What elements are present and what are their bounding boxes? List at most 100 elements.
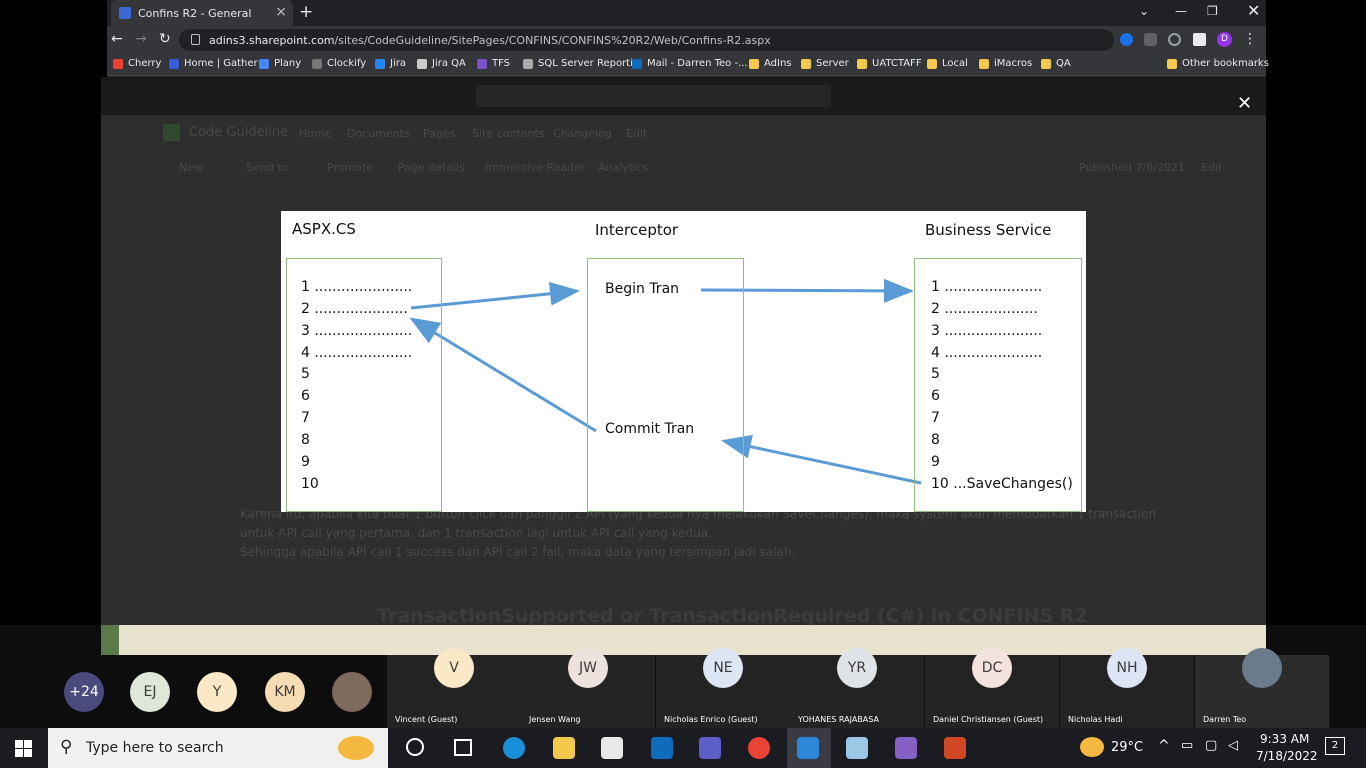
monitor-icon[interactable]: ▢ <box>1205 738 1217 753</box>
bookmark-item[interactable]: SQL Server Reporti... <box>523 58 642 69</box>
sharepoint-search[interactable] <box>476 85 831 107</box>
code-line: 5 <box>931 366 940 382</box>
bookmark-item[interactable]: Jira QA <box>417 58 466 69</box>
extension-icon[interactable] <box>1120 33 1133 46</box>
puzzle-icon[interactable] <box>1193 33 1206 46</box>
teams-icon[interactable] <box>699 737 721 759</box>
mail-icon[interactable] <box>651 737 673 759</box>
avatar: DC <box>972 648 1012 688</box>
avatar[interactable]: Y <box>197 672 237 712</box>
bookmark-item[interactable]: Home | Gather <box>169 58 258 69</box>
restore-icon[interactable]: ❐ <box>1207 4 1218 18</box>
bookmark-folder[interactable]: Server <box>801 58 849 69</box>
url-field[interactable]: adins3.sharepoint.com/sites/CodeGuidelin… <box>179 29 1114 51</box>
forward-icon[interactable]: → <box>135 31 147 47</box>
body-text-line: Sehingga apabila API call 1 success dan … <box>240 545 796 559</box>
nav-item[interactable]: Documents <box>347 127 410 140</box>
reload-icon[interactable]: ↻ <box>159 31 171 47</box>
column-title: Interceptor <box>595 221 679 239</box>
volume-icon[interactable]: ◁ <box>1228 738 1238 753</box>
code-line: 6 <box>301 388 310 404</box>
remote-desktop-icon[interactable] <box>797 737 819 759</box>
toolbar-item[interactable]: Promote <box>327 161 373 174</box>
photo-avatar[interactable] <box>332 672 372 712</box>
lock-icon <box>191 34 200 45</box>
avatar[interactable]: EJ <box>130 672 170 712</box>
network-icon[interactable]: ▭ <box>1181 738 1193 753</box>
search-highlight-icon[interactable] <box>338 736 374 760</box>
chrome-icon[interactable] <box>748 737 770 759</box>
task-view-icon[interactable] <box>454 739 472 756</box>
participant-tile[interactable]: YR YOHANES RAJABASA <box>790 648 924 728</box>
interceptor-box: Begin Tran Commit Tran <box>587 258 744 512</box>
toolbar-item[interactable]: Analytics <box>598 161 648 174</box>
bookmark-folder[interactable]: AdIns <box>749 58 792 69</box>
chevron-up-icon[interactable]: ^ <box>1158 738 1170 754</box>
avatar[interactable]: KM <box>265 672 305 712</box>
close-lightbox-icon[interactable]: ✕ <box>1237 93 1252 114</box>
bookmark-folder[interactable]: Local <box>927 58 968 69</box>
avatar: V <box>434 648 474 688</box>
toolbar-item[interactable]: New <box>179 161 203 174</box>
bookmark-item[interactable]: Cherry <box>113 58 161 69</box>
bookmark-folder[interactable]: UATCTAFF <box>857 58 922 69</box>
clock-date[interactable]: 7/18/2022 <box>1256 749 1318 763</box>
browser-tab[interactable]: Confins R2 - General × <box>111 0 293 26</box>
participant-tile[interactable]: Darren Teo <box>1195 648 1329 728</box>
store-icon[interactable] <box>601 737 623 759</box>
participant-tile[interactable]: JW Jensen Wang <box>521 648 655 728</box>
toolbar-item[interactable]: Page details <box>398 161 465 174</box>
app-icon[interactable] <box>846 737 868 759</box>
code-line: 2 ..................... <box>301 301 408 317</box>
profile-avatar[interactable]: D <box>1217 32 1232 47</box>
nav-item[interactable]: Changelog <box>553 127 612 140</box>
clock-time[interactable]: 9:33 AM <box>1260 732 1309 746</box>
site-name[interactable]: Code Guideline <box>189 125 288 140</box>
bookmark-item[interactable]: TFS <box>477 58 510 69</box>
overflow-count[interactable]: +24 <box>64 672 104 712</box>
bookmark-item[interactable]: Mail - Darren Teo -... <box>632 58 748 69</box>
close-tab-icon[interactable]: × <box>275 4 287 20</box>
toolbar-item[interactable]: Immersive Reader <box>485 161 585 174</box>
extension-icon[interactable] <box>1144 33 1157 46</box>
participant-tile[interactable]: V Vincent (Guest) <box>387 648 521 728</box>
other-bookmarks[interactable]: Other bookmarks <box>1167 58 1269 69</box>
nav-item[interactable]: Site contents <box>472 127 544 140</box>
file-explorer-icon[interactable] <box>553 737 575 759</box>
extension-icon[interactable] <box>1168 33 1181 46</box>
bookmark-item[interactable]: Clockify <box>312 58 366 69</box>
powerpoint-icon[interactable] <box>944 737 966 759</box>
back-icon[interactable]: ← <box>111 31 123 47</box>
participant-tile[interactable]: NH Nicholas Hadi <box>1060 648 1194 728</box>
bookmark-folder[interactable]: QA <box>1041 58 1071 69</box>
search-placeholder: Type here to search <box>86 740 224 756</box>
code-line: 7 <box>931 410 940 426</box>
address-bar-row: ← → ↻ adins3.sharepoint.com/sites/CodeGu… <box>107 26 1266 54</box>
windows-start-icon[interactable] <box>15 740 32 757</box>
minimize-icon[interactable]: — <box>1175 4 1187 18</box>
nav-item[interactable]: Pages <box>423 127 455 140</box>
bookmark-item[interactable]: Plany <box>259 58 301 69</box>
participant-tile[interactable]: NE Nicholas Enrico (Guest) <box>656 648 790 728</box>
nav-item[interactable]: Edit <box>626 127 647 140</box>
nav-item[interactable]: Home <box>299 127 331 140</box>
bookmark-folder[interactable]: iMacros <box>979 58 1032 69</box>
avatar: NH <box>1107 648 1147 688</box>
participant-tile[interactable]: DC Daniel Christiansen (Guest) <box>925 648 1059 728</box>
visual-studio-icon[interactable] <box>895 737 917 759</box>
notifications-badge[interactable]: 2 <box>1325 737 1345 755</box>
bookmark-item[interactable]: Jira <box>375 58 406 69</box>
weather-icon[interactable] <box>1080 737 1104 757</box>
column-title: Business Service <box>925 221 1052 239</box>
new-tab-icon[interactable]: + <box>299 2 313 22</box>
edit-button[interactable]: Edit <box>1201 161 1222 174</box>
toolbar-item[interactable]: Send to <box>246 161 288 174</box>
cortana-icon[interactable] <box>406 738 424 756</box>
participant-name: Nicholas Enrico (Guest) <box>664 715 758 724</box>
chevron-down-icon[interactable]: ⌄ <box>1139 4 1149 18</box>
more-menu-icon[interactable]: ⋮ <box>1243 31 1257 47</box>
edge-icon[interactable] <box>503 737 525 759</box>
close-window-icon[interactable]: ✕ <box>1247 1 1260 20</box>
temperature[interactable]: 29°C <box>1111 740 1143 755</box>
taskbar-search-input[interactable]: ⚲ Type here to search <box>48 728 388 768</box>
